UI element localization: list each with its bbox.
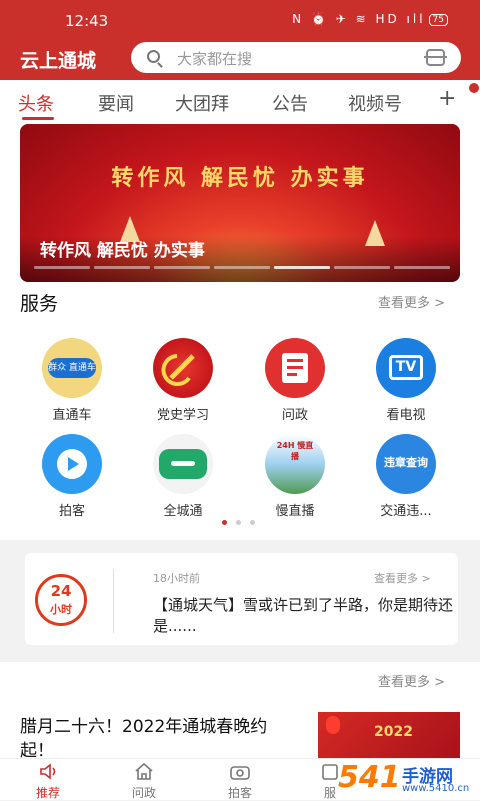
banner-page-indicator	[394, 266, 450, 269]
home-icon	[135, 763, 153, 780]
app-header: 12:43 N ⏰ ✈ ≋ HD ıll 75 云上通城 大家都在搜	[0, 0, 480, 80]
sailboat-icon	[365, 220, 385, 246]
service-label: 交通违...	[380, 504, 432, 519]
wenzheng-icon	[265, 338, 325, 398]
news-more-link[interactable]: 查看更多 >	[378, 671, 445, 690]
service-label: 问政	[281, 408, 308, 423]
service-zhitongche[interactable]: 群众 直通车 直通车	[22, 338, 122, 428]
nav-wenzheng[interactable]: 问政	[104, 759, 184, 801]
status-time: 12:43	[65, 12, 109, 30]
service-label: 慢直播	[275, 504, 315, 519]
banner-page-indicator	[34, 266, 90, 269]
card-divider	[113, 569, 114, 633]
service-quanchengtong[interactable]: 全城通	[133, 434, 233, 524]
service-wenzheng[interactable]: 问政	[245, 338, 345, 428]
party-emblem-icon	[153, 338, 213, 398]
24-hour-badge-icon: 24 小时	[35, 574, 87, 626]
banner-page-indicator	[154, 266, 210, 269]
banner-carousel[interactable]: 转作风 解民忧 办实事 转作风 解民忧 办实事	[20, 124, 460, 282]
service-watch-tv[interactable]: TV 看电视	[356, 338, 456, 428]
service-label: 全城通	[163, 504, 203, 519]
slow-live-icon: 24H 慢直播	[265, 434, 325, 494]
services-more-link[interactable]: 查看更多 >	[378, 292, 445, 311]
news-thumbnail[interactable]: 2022	[318, 712, 460, 758]
paike-icon	[42, 434, 102, 494]
page-indicator-dot	[250, 520, 255, 525]
search-bar[interactable]: 大家都在搜	[131, 42, 461, 73]
notification-dot	[469, 83, 479, 93]
active-tab-indicator	[22, 117, 54, 120]
nav-recommend[interactable]: 推荐	[8, 759, 88, 801]
tab-video[interactable]: 视频号	[348, 90, 402, 116]
banner-pagination	[34, 266, 454, 269]
nav-paike[interactable]: 拍客	[200, 759, 280, 801]
service-label: 直通车	[52, 408, 92, 423]
page-indicator-dot	[222, 520, 227, 525]
banner-page-indicator	[274, 266, 330, 269]
status-system-icons: N ⏰ ✈ ≋ HD ıll	[292, 12, 426, 26]
service-slow-live[interactable]: 24H 慢直播 慢直播	[245, 434, 345, 524]
page-indicator-dot	[236, 520, 241, 525]
service-icon	[322, 764, 338, 780]
play-icon	[57, 449, 87, 479]
scan-icon[interactable]	[424, 49, 447, 66]
lantern-icon	[326, 716, 340, 734]
quanchengtong-icon	[153, 434, 213, 494]
app-title: 云上通城	[20, 50, 97, 72]
services-title: 服务	[20, 293, 59, 315]
card-timestamp: 18小时前	[153, 572, 200, 585]
add-tab-icon[interactable]: +	[438, 86, 456, 111]
traffic-violation-icon: 违章查询	[376, 434, 436, 494]
tab-new-year-greeting[interactable]: 大团拜	[175, 90, 229, 116]
document-icon	[282, 353, 308, 383]
service-party-history[interactable]: 党史学习	[133, 338, 233, 428]
service-label: 拍客	[58, 504, 85, 519]
news-headline[interactable]: 腊月二十六！2022年通城春晚约起！	[20, 715, 295, 763]
channel-tabs: 头条 要闻 大团拜 公告 视频号 +	[0, 80, 480, 122]
status-bar: 12:43 N ⏰ ✈ ≋ HD ıll 75	[0, 0, 480, 40]
card-more-link[interactable]: 查看更多 >	[374, 570, 431, 586]
service-label: 看电视	[386, 408, 426, 423]
banner-slogan: 转作风 解民忧 办实事	[111, 166, 369, 191]
search-placeholder[interactable]: 大家都在搜	[177, 48, 252, 69]
tv-icon: TV	[376, 338, 436, 398]
card-text[interactable]: 【通城天气】雪或许已到了半路，你是期待还是......	[153, 595, 453, 637]
tab-headlines[interactable]: 头条	[18, 90, 54, 116]
banner-caption: 转作风 解民忧 办实事	[40, 241, 205, 261]
camera-icon	[230, 766, 250, 780]
service-paike[interactable]: 拍客	[22, 434, 122, 524]
battery-icon: 75	[428, 14, 448, 26]
hammer-sickle-icon	[161, 354, 195, 386]
service-traffic-violation[interactable]: 违章查询 交通违...	[356, 434, 456, 524]
tab-news[interactable]: 要闻	[98, 90, 134, 116]
status-icons: N ⏰ ✈ ≋ HD ıll 75	[292, 12, 448, 26]
banner-page-indicator	[94, 266, 150, 269]
news-card[interactable]: 24 小时 18小时前 查看更多 > 【通城天气】雪或许已到了半路，你是期待还是…	[25, 553, 458, 645]
service-label: 党史学习	[156, 408, 209, 423]
zhitongche-icon: 群众 直通车	[42, 338, 102, 398]
search-icon	[147, 50, 160, 63]
banner-page-indicator	[214, 266, 270, 269]
speaker-icon	[40, 763, 56, 780]
banner-page-indicator	[334, 266, 390, 269]
site-watermark: 541 手游网 www.5410.cn	[338, 760, 470, 795]
tab-announcements[interactable]: 公告	[272, 90, 308, 116]
